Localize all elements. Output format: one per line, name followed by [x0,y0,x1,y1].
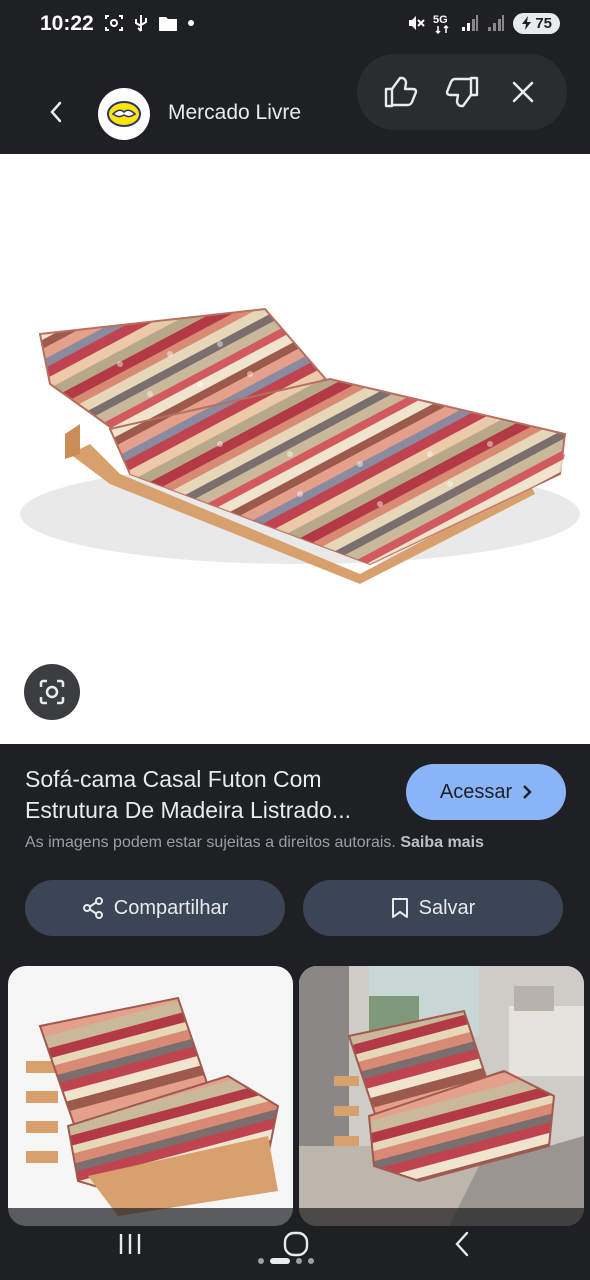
status-time: 10:22 [40,12,94,35]
page-dot-active [270,1258,290,1264]
thumbs-up-icon [385,76,418,108]
copyright-notice: As imagens podem estar sujeitas a direit… [25,834,484,852]
result-info: Sofá-cama Casal Futon Com Estrutura De M… [0,744,590,964]
recents-icon [119,1234,141,1254]
close-button[interactable] [503,72,543,112]
folder-icon [159,17,177,31]
product-image[interactable] [0,154,590,744]
thumbs-down-icon [445,76,479,108]
signal-2-icon [488,15,505,31]
system-nav-bar [0,1208,590,1280]
mute-icon [409,16,426,30]
google-lens-icon [39,679,65,705]
network-5g-icon: 5G [433,14,449,34]
chevron-right-icon [523,785,532,799]
page-dot [258,1258,264,1264]
chevron-left-icon [50,101,62,123]
site-name[interactable]: Mercado Livre [168,101,301,125]
visit-label: Acessar [439,780,513,803]
site-logo[interactable] [98,88,150,140]
battery-level: 75 [535,14,552,32]
close-icon [512,81,533,103]
svg-text:5G: 5G [433,14,448,26]
share-label: Compartilhar [113,896,229,919]
page-indicator [258,1258,314,1264]
related-image-1[interactable] [8,966,293,1226]
share-icon [82,897,103,919]
battery-saver-icon [522,16,532,30]
system-icons: 5G 75 [407,12,560,34]
home-icon [283,1231,309,1257]
learn-more-link[interactable]: Saiba mais [400,834,484,851]
futon-image [20,307,580,584]
lens-button[interactable] [24,664,80,720]
save-button[interactable]: Salvar [303,880,563,936]
back-nav-button[interactable] [432,1224,492,1264]
back-nav-icon [455,1231,469,1257]
signal-icon [462,15,479,31]
save-label: Salvar [418,896,476,919]
futon-room-image [299,966,584,1226]
bookmark-icon [391,898,408,918]
mercado-livre-logo-icon [107,101,141,127]
result-title[interactable]: Sofá-cama Casal Futon Com Estrutura De M… [25,764,395,826]
copyright-text: As imagens podem estar sujeitas a direit… [25,834,396,851]
recents-button[interactable] [100,1224,160,1264]
share-button[interactable]: Compartilhar [25,880,285,936]
related-image-2[interactable] [299,966,584,1226]
notification-icons [104,13,195,33]
back-button[interactable] [40,96,72,128]
dot-icon [188,20,194,26]
screenshot-icon [105,15,123,31]
feedback-pill [357,54,567,130]
dislike-button[interactable] [442,72,482,112]
header: Mercado Livre [0,48,590,154]
status-bar: 10:22 5G 75 [0,0,590,48]
page-dot [296,1258,302,1264]
usb-icon [135,15,147,32]
visit-button[interactable]: Acessar [406,764,566,820]
battery-indicator: 75 [513,12,560,34]
folded-futon-image [26,996,280,1216]
page-dot [308,1258,314,1264]
like-button[interactable] [381,72,421,112]
